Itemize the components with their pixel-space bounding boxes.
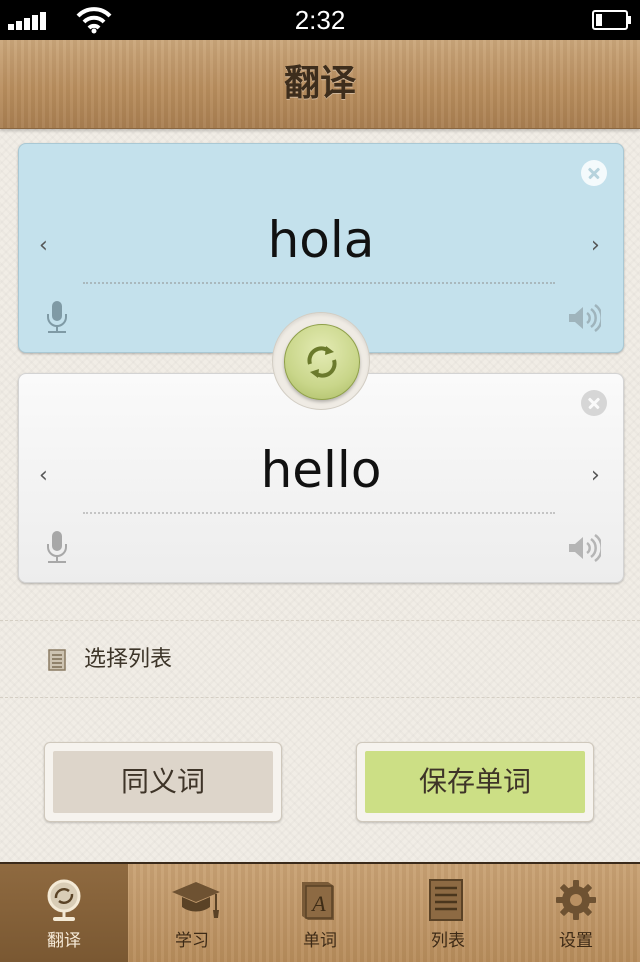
tab-bar: 翻译 学习 A 单词 列表 设置: [0, 862, 640, 962]
synonym-button-label: 同义词: [53, 751, 273, 813]
status-time: 2:32: [294, 5, 346, 35]
target-microphone-icon[interactable]: [45, 530, 69, 564]
save-word-button-label: 保存单词: [365, 751, 585, 813]
list-icon: [429, 879, 463, 921]
svg-text:A: A: [310, 891, 326, 916]
clear-target-button[interactable]: [581, 390, 607, 416]
tab-list[interactable]: 列表: [384, 864, 512, 962]
target-speaker-icon[interactable]: [567, 534, 601, 562]
source-microphone-icon[interactable]: [45, 300, 69, 334]
tab-translate[interactable]: 翻译: [0, 864, 128, 962]
list-document-icon: [48, 649, 66, 671]
tab-label: 设置: [559, 931, 593, 951]
tab-label: 学习: [175, 931, 209, 951]
swap-arrows-icon: [307, 346, 337, 378]
tab-words[interactable]: A 单词: [256, 864, 384, 962]
swap-language-button[interactable]: [284, 324, 360, 400]
graduation-cap-icon: [172, 882, 220, 918]
target-input-underline: [83, 512, 555, 514]
tab-settings[interactable]: 设置: [512, 864, 640, 962]
tab-label: 列表: [431, 931, 465, 951]
gear-icon: [556, 880, 596, 920]
clear-source-button[interactable]: [581, 160, 607, 186]
page-title: 翻译: [283, 63, 356, 104]
tab-study[interactable]: 学习: [128, 864, 256, 962]
status-bar: 2:32: [0, 0, 640, 40]
select-list-label: 选择列表: [84, 647, 173, 672]
globe-swap-icon: [47, 879, 81, 921]
synonym-button[interactable]: 同义词: [44, 742, 282, 822]
book-icon: A: [302, 882, 334, 920]
tab-label: 单词: [303, 931, 337, 951]
source-input-underline: [83, 282, 555, 284]
divider: [0, 697, 640, 698]
tab-label: 翻译: [47, 931, 81, 951]
navigation-bar: 翻译: [0, 40, 640, 129]
save-word-button[interactable]: 保存单词: [356, 742, 594, 822]
battery-icon: [592, 10, 631, 30]
source-speaker-icon[interactable]: [567, 304, 601, 332]
source-word[interactable]: hola: [19, 210, 623, 270]
select-list-row[interactable]: 选择列表: [0, 621, 640, 697]
target-word[interactable]: hello: [19, 440, 623, 500]
swap-language-ring: [272, 312, 370, 410]
